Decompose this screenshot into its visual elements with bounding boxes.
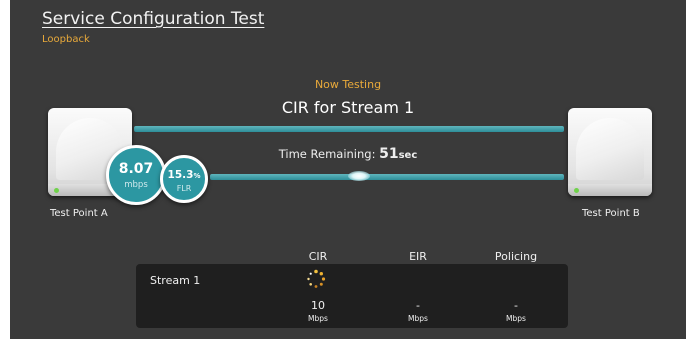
column-header-eir: EIR (409, 250, 427, 263)
loading-spinner-icon (307, 269, 326, 288)
column-header-policing: Policing (494, 250, 538, 263)
column-header-cir: CIR (308, 250, 328, 263)
cir-result: 10 Mbps (278, 299, 358, 323)
page-title: Service Configuration Test (42, 9, 265, 29)
test-screen: Service Configuration Test Loopback Now … (10, 0, 686, 339)
status-led-icon (574, 188, 579, 193)
eir-result: - Mbps (378, 299, 458, 323)
time-remaining-value: 51 (379, 146, 399, 162)
test-point-b-device-icon (568, 108, 652, 196)
test-point-a-label: Test Point A (50, 208, 108, 219)
status-led-icon (54, 188, 59, 193)
throughput-unit: mbps (124, 180, 148, 190)
throughput-value: 8.07 (118, 161, 154, 177)
policing-unit: Mbps (506, 314, 526, 323)
stream-row-label: Stream 1 (150, 274, 201, 287)
eir-unit: Mbps (408, 314, 428, 323)
policing-value: - (514, 299, 518, 312)
time-remaining-label: Time Remaining: (278, 147, 376, 161)
traffic-pulse-icon (348, 171, 370, 181)
link-line-lower (210, 174, 564, 180)
flr-label: FLR (176, 184, 192, 193)
flr-value: 15.3 (167, 169, 194, 181)
time-remaining-unit: sec (398, 150, 418, 161)
cir-unit: Mbps (308, 314, 328, 323)
cir-value: 10 (311, 299, 325, 312)
policing-result: - Mbps (476, 299, 556, 323)
now-testing-label: Now Testing (314, 78, 382, 91)
eir-value: - (416, 299, 420, 312)
flr-percent-sign: % (193, 172, 201, 180)
results-table: Stream 1 10 Mbps - Mbps - Mbps (136, 264, 568, 328)
throughput-badge: 8.07 mbps (106, 145, 166, 205)
link-line-upper (134, 126, 564, 132)
mode-label: Loopback (42, 34, 90, 45)
flr-badge: 15.3% FLR (160, 155, 208, 203)
test-point-b-label: Test Point B (582, 208, 640, 219)
